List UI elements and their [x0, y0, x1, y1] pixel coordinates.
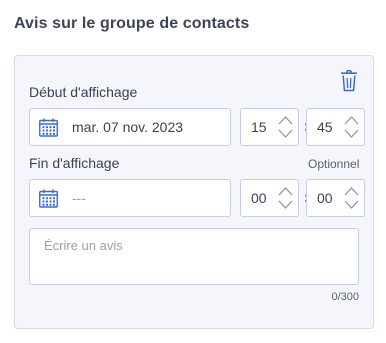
review-placeholder: Écrire un avis — [44, 238, 123, 253]
optional-label: Optionnel — [308, 157, 360, 171]
start-label: Début d'affichage — [29, 84, 138, 100]
end-hour-value: 00 — [251, 190, 267, 206]
chevron-up-down-icon[interactable] — [277, 184, 294, 212]
calendar-icon — [39, 189, 58, 208]
start-hour-stepper[interactable]: 15 — [240, 108, 299, 146]
end-minute-stepper[interactable]: 00 — [306, 179, 365, 217]
end-hour-stepper[interactable]: 00 — [240, 179, 299, 217]
start-minute-stepper[interactable]: 45 — [306, 108, 365, 146]
trash-icon[interactable] — [341, 70, 357, 92]
start-minute-value: 45 — [317, 119, 333, 135]
section-title: Avis sur le groupe de contacts — [14, 15, 250, 32]
review-textarea[interactable]: Écrire un avis — [29, 228, 359, 285]
end-date-placeholder: --- — [72, 190, 86, 206]
end-minute-value: 00 — [317, 190, 333, 206]
end-label: Fin d'affichage — [29, 155, 120, 171]
start-hour-value: 15 — [251, 119, 267, 135]
display-period-card: Début d'affichage mar. 07 nov. 2023 15 :… — [14, 55, 374, 329]
chevron-up-down-icon[interactable] — [277, 113, 294, 141]
end-date-input[interactable]: --- — [29, 179, 231, 217]
start-date-value: mar. 07 nov. 2023 — [72, 119, 184, 135]
calendar-icon — [39, 118, 58, 137]
chevron-up-down-icon[interactable] — [343, 113, 360, 141]
character-counter: 0/300 — [331, 291, 359, 303]
chevron-up-down-icon[interactable] — [343, 184, 360, 212]
start-date-input[interactable]: mar. 07 nov. 2023 — [29, 108, 231, 146]
